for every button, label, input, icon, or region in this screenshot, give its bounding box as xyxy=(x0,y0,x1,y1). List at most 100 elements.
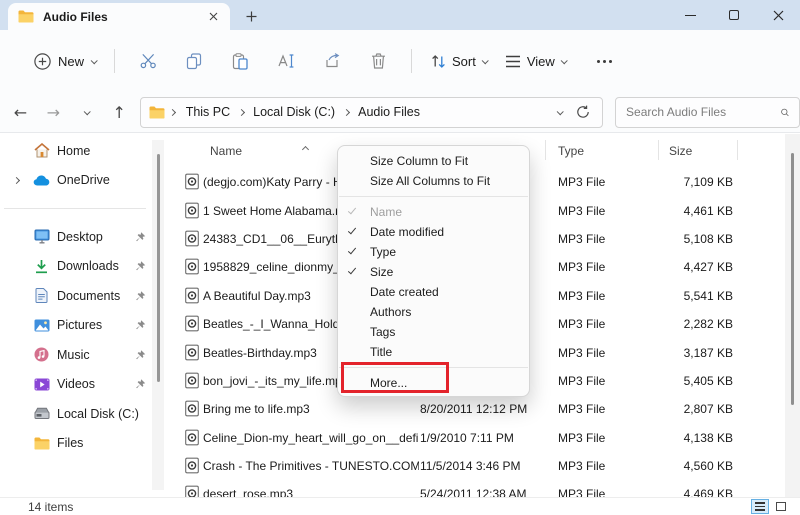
sidebar-scrollbar[interactable] xyxy=(152,140,164,490)
file-row[interactable]: desert_rose.mp3 5/24/2011 12:38 AM MP3 F… xyxy=(165,480,785,497)
file-row[interactable]: Celine_Dion-my_heart_will_go_on__defin..… xyxy=(165,424,785,452)
file-size: 3,187 KB xyxy=(613,346,733,360)
file-name: desert_rose.mp3 xyxy=(203,487,419,497)
menu-item-date-created[interactable]: Date created xyxy=(338,282,529,302)
copy-button[interactable] xyxy=(171,44,217,78)
menu-item-size-column-to-fit[interactable]: Size Column to Fit xyxy=(338,151,529,171)
refresh-icon[interactable] xyxy=(576,105,590,119)
tab-bar: Audio Files xyxy=(0,0,800,30)
menu-item-more[interactable]: More... xyxy=(338,373,529,393)
maximize-button[interactable] xyxy=(712,0,756,30)
close-button[interactable] xyxy=(756,0,800,30)
chevron-right-icon xyxy=(238,108,245,115)
recent-locations-icon[interactable] xyxy=(70,97,103,127)
pin-icon xyxy=(135,349,146,360)
cut-button[interactable] xyxy=(125,44,171,78)
menu-item-label: Authors xyxy=(370,305,411,319)
tab-audio-files[interactable]: Audio Files xyxy=(8,3,230,30)
toolbar-divider xyxy=(114,49,115,73)
mp3-file-icon xyxy=(185,372,200,389)
sidebar-item-desktop[interactable]: Desktop xyxy=(0,222,150,252)
large-icons-view-button[interactable] xyxy=(772,499,790,514)
delete-button[interactable] xyxy=(355,44,401,78)
forward-icon[interactable]: → xyxy=(37,97,70,127)
sort-button-label: Sort xyxy=(452,54,476,69)
see-more-icon[interactable] xyxy=(589,52,620,71)
rename-button[interactable] xyxy=(263,44,309,78)
sidebar-item-music[interactable]: Music xyxy=(0,340,150,370)
file-row[interactable]: Crash - The Primitives - TUNESTO.COM....… xyxy=(165,452,785,480)
sidebar-item-files[interactable]: Files xyxy=(0,429,150,459)
view-button[interactable]: View xyxy=(496,48,575,75)
menu-item-tags[interactable]: Tags xyxy=(338,322,529,342)
sort-button[interactable]: Sort xyxy=(422,48,496,75)
sidebar-item-documents[interactable]: Documents xyxy=(0,281,150,311)
folder-icon xyxy=(18,10,34,23)
search-input[interactable] xyxy=(626,105,781,119)
paste-button[interactable] xyxy=(217,44,263,78)
menu-item-label: Date created xyxy=(370,285,439,299)
sidebar-item-home[interactable]: Home xyxy=(0,136,150,166)
column-header-size[interactable]: Size xyxy=(669,144,692,158)
file-size: 4,427 KB xyxy=(613,260,733,274)
sidebar-item-local-disk[interactable]: Local Disk (C:) xyxy=(0,399,150,429)
check-icon xyxy=(348,206,356,215)
sidebar-scrollbar-thumb[interactable] xyxy=(157,154,160,382)
sidebar-item-label: Music xyxy=(57,348,90,362)
file-row[interactable]: Bring me to life.mp3 8/20/2011 12:12 PM … xyxy=(165,395,785,423)
sidebar-item-pictures[interactable]: Pictures xyxy=(0,311,150,341)
sort-ascending-icon xyxy=(303,139,308,157)
tab-close-icon[interactable] xyxy=(204,8,222,26)
videos-icon xyxy=(33,376,50,393)
menu-item-type[interactable]: Type xyxy=(338,242,529,262)
minimize-button[interactable] xyxy=(668,0,712,30)
mp3-file-icon xyxy=(185,259,200,276)
share-icon xyxy=(324,53,341,69)
vertical-scrollbar[interactable] xyxy=(785,134,800,497)
back-icon[interactable]: ← xyxy=(4,97,37,127)
breadcrumb-this-pc[interactable]: This PC xyxy=(180,102,236,122)
menu-item-date-modified[interactable]: Date modified xyxy=(338,222,529,242)
file-name: Bring me to life.mp3 xyxy=(203,402,419,416)
menu-item-size[interactable]: Size xyxy=(338,262,529,282)
breadcrumb-audio-files[interactable]: Audio Files xyxy=(352,102,426,122)
sidebar-item-videos[interactable]: Videos xyxy=(0,370,150,400)
new-button[interactable]: New xyxy=(26,47,104,76)
pin-icon xyxy=(135,379,146,390)
items-count: 14 items xyxy=(28,500,73,514)
sidebar-item-onedrive[interactable]: OneDrive xyxy=(0,166,150,196)
menu-item-size-all-columns-to-fit[interactable]: Size All Columns to Fit xyxy=(338,171,529,191)
file-name: Crash - The Primitives - TUNESTO.COM.... xyxy=(203,459,419,473)
menu-item-authors[interactable]: Authors xyxy=(338,302,529,322)
search-icon[interactable] xyxy=(781,106,789,119)
tab-title: Audio Files xyxy=(43,10,204,24)
expand-chevron-icon[interactable] xyxy=(12,177,19,184)
menu-item-label: More... xyxy=(370,376,407,390)
cut-icon xyxy=(140,53,157,69)
breadcrumb-local-disk[interactable]: Local Disk (C:) xyxy=(247,102,341,122)
menu-item-label: Type xyxy=(370,245,396,259)
folder-icon xyxy=(33,435,50,452)
column-header-type[interactable]: Type xyxy=(558,144,584,158)
sidebar-item-label: Downloads xyxy=(57,259,119,273)
new-tab-icon[interactable] xyxy=(242,7,260,25)
close-icon xyxy=(773,10,784,21)
sidebar-item-downloads[interactable]: Downloads xyxy=(0,252,150,282)
up-icon[interactable]: ↑ xyxy=(103,97,136,127)
sidebar-separator xyxy=(4,208,146,209)
share-button[interactable] xyxy=(309,44,355,78)
column-header-name[interactable]: Name xyxy=(210,144,242,158)
details-view-button[interactable] xyxy=(751,499,769,514)
view-toggles xyxy=(751,499,790,514)
navigation-pane: Home OneDrive Desktop Downloads xyxy=(0,136,150,497)
menu-item-name[interactable]: Name xyxy=(338,202,529,222)
scrollbar-thumb[interactable] xyxy=(791,153,794,405)
folder-icon xyxy=(149,106,165,119)
breadcrumb[interactable]: This PC Local Disk (C:) Audio Files xyxy=(140,97,603,128)
sidebar-item-label: Documents xyxy=(57,289,120,303)
new-button-label: New xyxy=(58,54,84,69)
menu-item-title[interactable]: Title xyxy=(338,342,529,362)
mp3-file-icon xyxy=(185,458,200,475)
address-dropdown-icon[interactable] xyxy=(557,108,564,115)
desktop-icon xyxy=(33,228,50,245)
